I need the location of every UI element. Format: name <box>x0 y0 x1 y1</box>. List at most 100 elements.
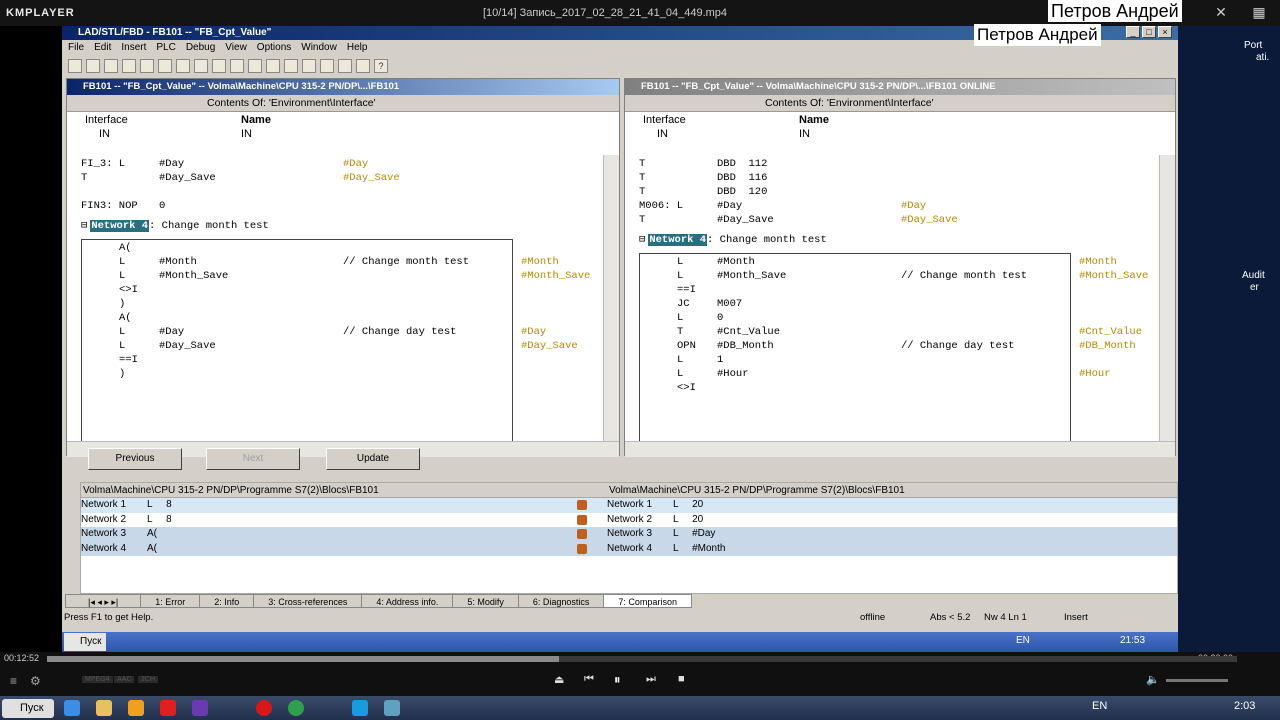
overview-icon[interactable] <box>284 59 298 73</box>
code-op: FIN3: NOP <box>81 200 138 212</box>
copy-icon[interactable] <box>158 59 172 73</box>
update-button[interactable]: Update <box>326 448 420 470</box>
code-line: FI_3: L #Day #Day <box>67 157 587 171</box>
save-icon[interactable] <box>104 59 118 73</box>
contact-icon[interactable] <box>320 59 334 73</box>
redo-icon[interactable] <box>212 59 226 73</box>
right-pane-title: FB101 -- "FB_Cpt_Value" -- Volma\Machine… <box>625 79 1175 95</box>
code-line: OPN #DB_Month // Change day test #DB_Month <box>625 339 1155 353</box>
code-op: L <box>677 368 684 380</box>
next-track-icon[interactable]: ⏭ <box>646 673 656 686</box>
media-icon[interactable] <box>128 700 144 716</box>
eject-icon[interactable]: ⏏ <box>554 673 564 686</box>
cut-icon[interactable] <box>140 59 154 73</box>
volume-slider[interactable] <box>1166 679 1228 682</box>
menu-window[interactable]: Window <box>301 40 337 55</box>
paste-icon[interactable] <box>176 59 190 73</box>
status-position: Nw 4 Ln 1 <box>984 612 1027 623</box>
code-line: ) <box>67 367 597 381</box>
open-icon[interactable] <box>86 59 100 73</box>
right-code-area[interactable]: T DBD 112 T DBD 116 T DBD 120 M006: L #Day #Day T… <box>625 155 1159 441</box>
monitor-icon[interactable] <box>248 59 262 73</box>
time-elapsed: 00:12:52 <box>4 653 40 663</box>
tree-node-in[interactable]: IN <box>657 128 668 140</box>
tab-modify[interactable]: 5: Modify <box>452 594 519 608</box>
comparison-row[interactable]: Network 1 L 8 Network 1 L 20 <box>81 498 1177 513</box>
code-op: T <box>639 186 646 198</box>
decl-row-in[interactable]: IN <box>241 128 252 140</box>
tree-node-interface[interactable]: Interface <box>85 114 128 126</box>
menu-file[interactable]: File <box>68 40 84 55</box>
tree-node-in[interactable]: IN <box>99 128 110 140</box>
prev-track-icon[interactable]: ⏮ <box>584 673 594 686</box>
yandex-icon[interactable] <box>160 700 176 716</box>
network-header: ⊟ Network 4: Change month test <box>639 233 1139 247</box>
os-start-button[interactable]: Пуск <box>2 699 54 718</box>
volume-icon[interactable]: 🔈 <box>1146 673 1160 686</box>
next-button[interactable]: Next <box>206 448 300 470</box>
tab-nav[interactable]: |◂ ◂ ▸ ▸| <box>65 594 142 608</box>
code-comment: // Change month test <box>343 256 470 268</box>
close-icon[interactable]: ✕ <box>1208 4 1234 24</box>
collapse-icon[interactable]: ⊟ <box>639 234 645 246</box>
tab-cross-references[interactable]: 3: Cross-references <box>253 594 363 608</box>
coil-icon[interactable] <box>338 59 352 73</box>
new-icon[interactable] <box>68 59 82 73</box>
tab-info[interactable]: 2: Info <box>199 594 255 608</box>
maximize-icon[interactable]: □ <box>1142 26 1156 38</box>
undo-icon[interactable] <box>194 59 208 73</box>
opera-icon[interactable] <box>256 700 272 716</box>
code-op: M006: L <box>639 200 684 212</box>
tab-address-info[interactable]: 4: Address info. <box>361 594 454 608</box>
menu-debug[interactable]: Debug <box>186 40 215 55</box>
skype-icon[interactable] <box>352 700 368 716</box>
ie-icon[interactable] <box>64 700 80 716</box>
collapse-icon[interactable]: ⊟ <box>81 220 87 232</box>
code-line: M006: L #Day #Day <box>625 199 1145 213</box>
print-icon[interactable] <box>122 59 136 73</box>
previous-button[interactable]: Previous <box>88 448 182 470</box>
tab-error[interactable]: 1: Error <box>140 594 201 608</box>
settings-icon[interactable]: ⚙ <box>30 674 41 688</box>
menu-icon[interactable]: ≡ <box>10 674 17 688</box>
network-icon[interactable] <box>266 59 280 73</box>
menu-help[interactable]: Help <box>347 40 368 55</box>
comparison-row[interactable]: Network 4 A(Network 4 L #Month <box>81 541 1177 556</box>
stop-icon[interactable]: ■ <box>678 673 685 685</box>
code-symbol: #Day_Save <box>901 214 958 226</box>
branch-icon[interactable] <box>356 59 370 73</box>
tab-comparison[interactable]: 7: Comparison <box>603 594 692 608</box>
inner-start-button[interactable]: Пуск <box>64 633 106 651</box>
menu-edit[interactable]: Edit <box>94 40 111 55</box>
menu-insert[interactable]: Insert <box>121 40 146 55</box>
left-vscroll[interactable] <box>603 155 619 441</box>
details-icon[interactable] <box>302 59 316 73</box>
comparison-row[interactable]: Network 3 A(Network 3 L #Day <box>81 527 1177 542</box>
chrome-icon[interactable] <box>288 700 304 716</box>
right-hscroll[interactable] <box>625 441 1175 457</box>
minimize-icon[interactable]: _ <box>1126 26 1140 38</box>
pause-icon[interactable]: ⏸ <box>614 672 621 688</box>
menu-view[interactable]: View <box>225 40 247 55</box>
column-header-name: Name <box>799 114 829 126</box>
help-icon[interactable]: ? <box>374 59 388 73</box>
comparison-row[interactable]: Network 2 L 8 Network 2 L 20 <box>81 512 1177 527</box>
menu-options[interactable]: Options <box>257 40 291 55</box>
code-op: A( <box>119 242 132 254</box>
right-network: Network 3 <box>607 528 653 539</box>
right-vscroll[interactable] <box>1159 155 1175 441</box>
tab-diagnostics[interactable]: 6: Diagnostics <box>517 594 605 608</box>
explorer-icon[interactable] <box>96 700 112 716</box>
decl-row-in[interactable]: IN <box>799 128 810 140</box>
simatic-icon[interactable] <box>384 700 400 716</box>
tree-node-interface[interactable]: Interface <box>643 114 686 126</box>
left-code-area[interactable]: FI_3: L #Day #Day T #Day_Save #Day_Save FIN3:… <box>67 155 603 441</box>
code-op: ==I <box>119 354 138 366</box>
desktop-label: Audit <box>1242 270 1265 281</box>
kmplayer-icon[interactable] <box>192 700 208 716</box>
close-icon[interactable]: × <box>1158 26 1172 38</box>
menu-plc[interactable]: PLC <box>156 40 175 55</box>
dock-icon[interactable]: ▦ <box>1246 4 1272 24</box>
download-icon[interactable] <box>230 59 244 73</box>
code-symbol: #Day_Save <box>521 340 578 352</box>
